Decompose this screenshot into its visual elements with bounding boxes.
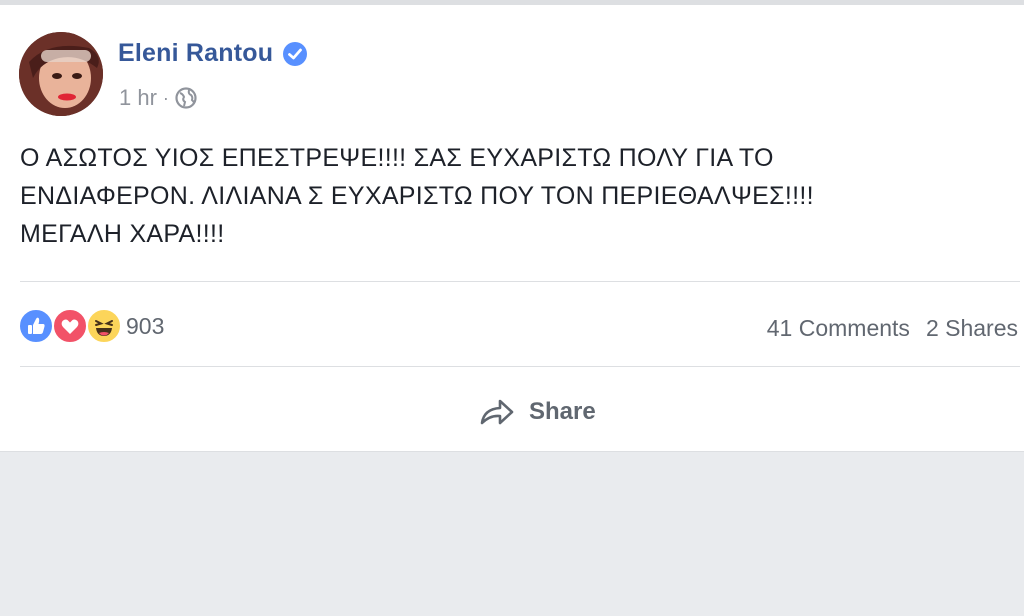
love-icon xyxy=(52,308,88,344)
post-text: Ο ΑΣΩΤΟΣ ΥΙΟΣ ΕΠΕΣΤΡΕΨΕ!!!! ΣΑΣ ΕΥΧΑΡΙΣΤ… xyxy=(20,139,1010,253)
post-meta: 1 hr · xyxy=(119,85,197,111)
share-label: Share xyxy=(529,398,596,425)
post-card: Eleni Rantou 1 hr · Ο ΑΣΩΤΟΣ ΥΙΟΣ ΕΠΕΣΤΡ… xyxy=(0,5,1024,452)
post-timestamp[interactable]: 1 hr xyxy=(119,85,157,111)
share-arrow-icon xyxy=(480,399,514,425)
engagement-counts: 41 Comments 2 Shares xyxy=(751,315,1018,342)
haha-icon xyxy=(86,308,122,344)
author-row: Eleni Rantou xyxy=(118,39,308,68)
meta-separator: · xyxy=(162,87,169,108)
post-text-line: ΜΕΓΑΛΗ ΧΑΡΑ!!!! xyxy=(20,220,225,248)
author-name[interactable]: Eleni Rantou xyxy=(118,39,273,68)
divider xyxy=(20,366,1020,367)
globe-icon[interactable] xyxy=(175,87,197,109)
post-text-line: ΕΝΔΙΑΦΕΡΟΝ. ΛΙΛΙΑΝΑ Σ ΕΥΧΑΡΙΣΤΩ ΠΟΥ ΤΟΝ … xyxy=(20,182,814,210)
shares-count-link[interactable]: 2 Shares xyxy=(926,315,1018,342)
reaction-icons xyxy=(18,308,122,344)
post-text-line: Ο ΑΣΩΤΟΣ ΥΙΟΣ ΕΠΕΣΤΡΕΨΕ!!!! ΣΑΣ ΕΥΧΑΡΙΣΤ… xyxy=(20,144,774,172)
author-avatar[interactable] xyxy=(19,32,103,116)
verified-badge-icon xyxy=(282,41,308,67)
comments-count-link[interactable]: 41 Comments xyxy=(767,315,910,342)
reactions-summary[interactable]: 903 xyxy=(18,308,164,344)
reaction-count[interactable]: 903 xyxy=(126,313,164,340)
share-button[interactable]: Share xyxy=(478,393,596,431)
divider xyxy=(20,281,1020,282)
like-icon xyxy=(18,308,54,344)
